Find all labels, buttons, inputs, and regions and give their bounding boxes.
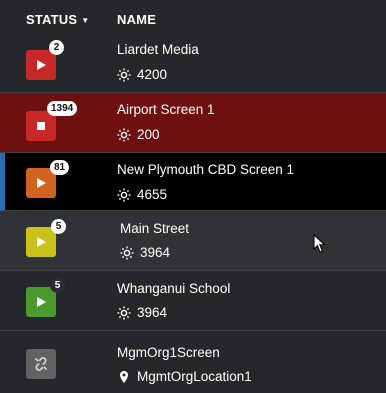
list-item[interactable]: 2 Liardet Media 4200 bbox=[0, 34, 386, 93]
screen-name: Liardet Media bbox=[117, 42, 199, 57]
list-item[interactable]: 5 Whanganui School 3964 bbox=[0, 271, 386, 331]
list-header: STATUS ▼ NAME bbox=[0, 0, 386, 34]
alert-count-badge: 5 bbox=[51, 219, 66, 234]
status-play-icon bbox=[26, 227, 56, 257]
brightness-icon bbox=[117, 128, 131, 142]
brightness-icon bbox=[117, 306, 131, 320]
status-play-icon bbox=[26, 50, 56, 80]
screen-name: Airport Screen 1 bbox=[117, 102, 215, 117]
screen-name: MgmOrg1Screen bbox=[117, 345, 220, 360]
location-pin-icon bbox=[120, 371, 128, 383]
list-item-active[interactable]: 81 New Plymouth CBD Screen 1 4655 bbox=[0, 153, 386, 211]
brightness-icon bbox=[117, 188, 131, 202]
screen-name: Main Street bbox=[120, 221, 190, 236]
status-column-header[interactable]: STATUS ▼ bbox=[26, 12, 89, 27]
name-column-header[interactable]: NAME bbox=[117, 12, 156, 27]
alert-count-badge: 1394 bbox=[47, 101, 78, 116]
brightness-icon bbox=[117, 68, 131, 82]
unlinked-icon bbox=[26, 349, 56, 379]
screen-name: Whanganui School bbox=[117, 281, 231, 296]
brightness-icon bbox=[120, 246, 134, 260]
alert-count-badge: 81 bbox=[50, 160, 70, 175]
status-play-icon bbox=[26, 287, 56, 317]
sort-caret-icon: ▼ bbox=[81, 16, 90, 25]
list-item[interactable]: MgmOrg1Screen MgmtOrgLocation1 bbox=[0, 331, 386, 393]
mouse-cursor-icon bbox=[313, 234, 326, 253]
alert-count-badge: 2 bbox=[49, 40, 64, 55]
screen-name: New Plymouth CBD Screen 1 bbox=[117, 162, 295, 177]
alert-count-badge: 5 bbox=[50, 278, 65, 293]
list-item-hover[interactable]: 5 Main Street 3964 bbox=[0, 211, 386, 271]
list-item-selected[interactable]: 1394 Airport Screen 1 200 bbox=[0, 93, 386, 153]
